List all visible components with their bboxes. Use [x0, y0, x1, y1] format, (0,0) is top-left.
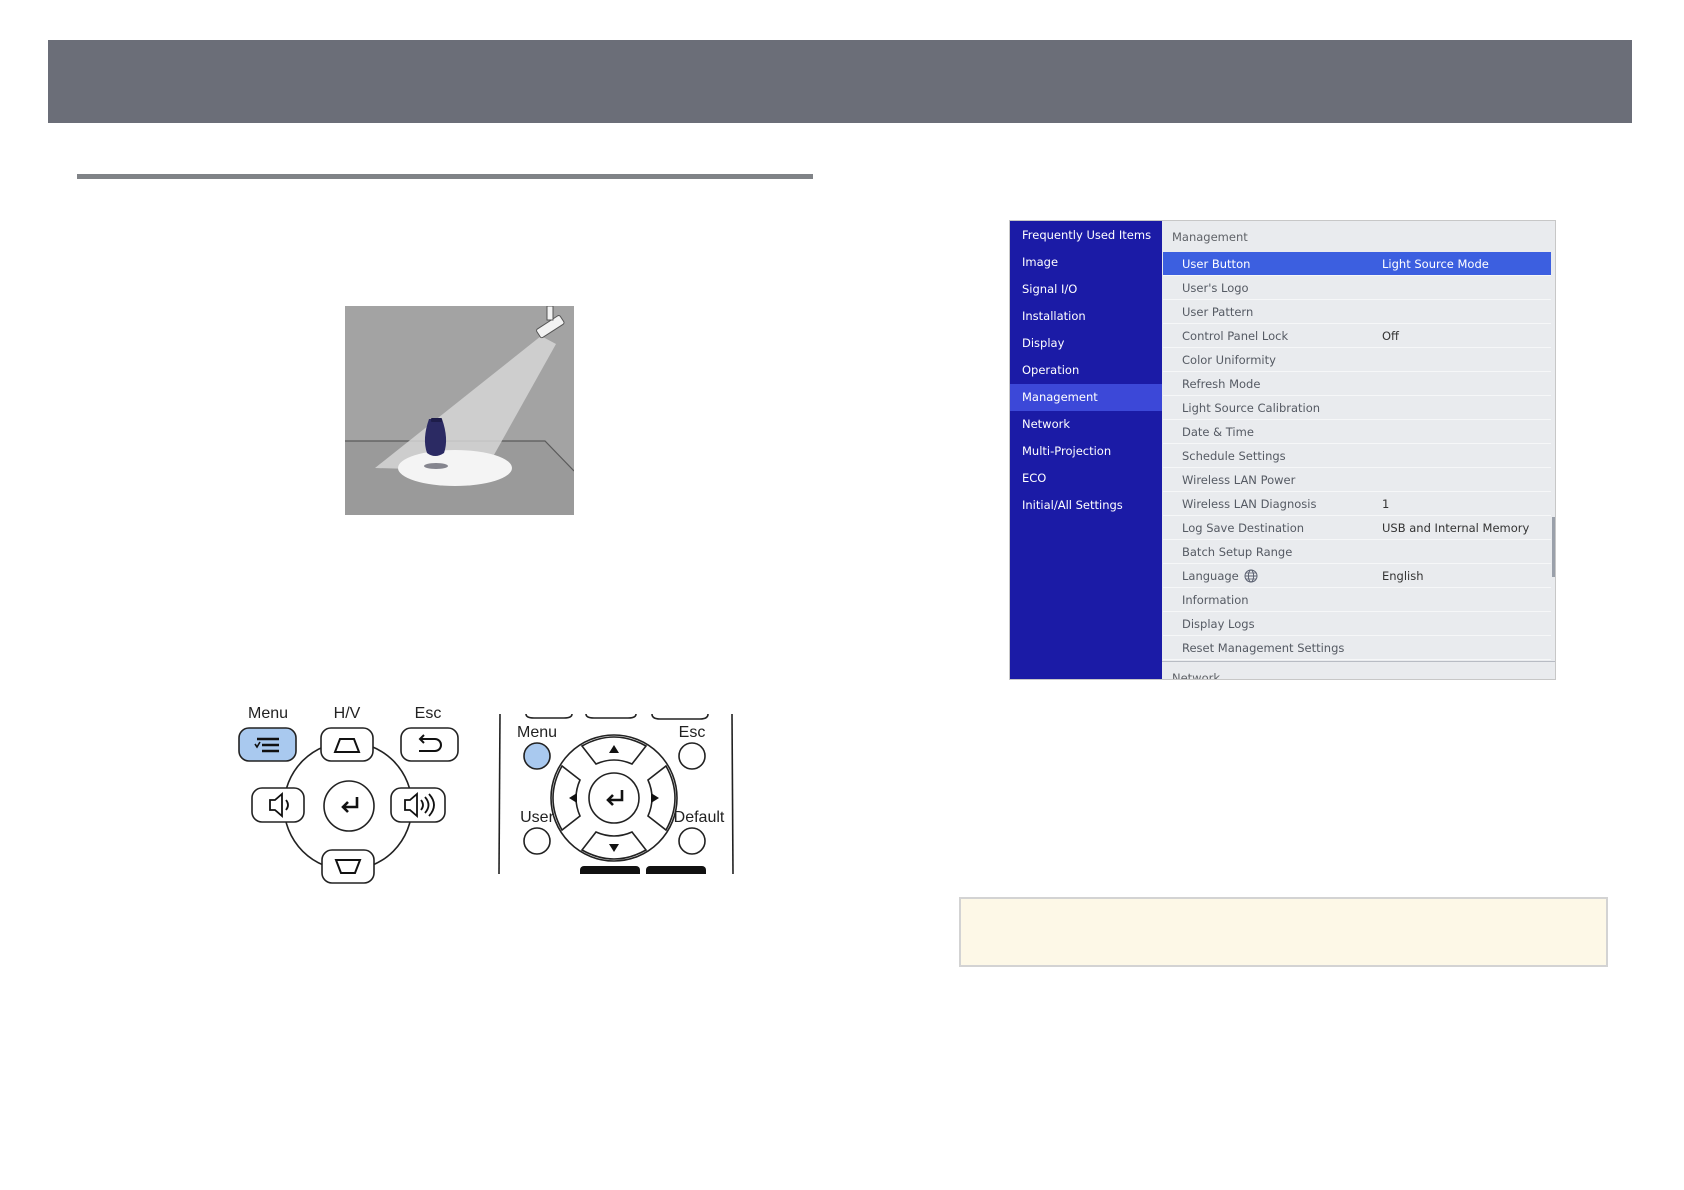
menu-row-refresh-mode[interactable]: Refresh Mode	[1163, 372, 1551, 396]
remote-control: Menu Esc User Default	[498, 714, 734, 874]
panel-keystone-down-button[interactable]	[321, 849, 375, 884]
remote-default-label: Default	[674, 809, 725, 826]
menu-row-reset-management-settings[interactable]: Reset Management Settings	[1163, 636, 1551, 660]
menu-row-display-logs[interactable]: Display Logs	[1163, 612, 1551, 636]
panel-volume-down-button[interactable]	[251, 787, 305, 823]
menu-row-user-pattern[interactable]: User Pattern	[1163, 300, 1551, 324]
sidebar-item-management[interactable]: Management	[1010, 384, 1162, 411]
spotlight-illustration	[345, 306, 574, 515]
remote-esc-label: Esc	[679, 724, 706, 741]
menu-row-date-time[interactable]: Date & Time	[1163, 420, 1551, 444]
menu-row-language[interactable]: Language English	[1163, 564, 1551, 588]
menu-sidebar: Frequently Used Items Image Signal I/O I…	[1010, 221, 1162, 679]
row-label: Refresh Mode	[1182, 376, 1261, 391]
menu-scrollbar[interactable]	[1552, 517, 1555, 577]
row-value: English	[1382, 568, 1424, 583]
menu-row-log-save-destination[interactable]: Log Save Destination USB and Internal Me…	[1163, 516, 1551, 540]
row-label: Reset Management Settings	[1182, 640, 1345, 655]
menu-row-wireless-lan-diagnosis[interactable]: Wireless LAN Diagnosis 1	[1163, 492, 1551, 516]
panel-menu-label: Menu	[248, 705, 288, 722]
row-value: Light Source Mode	[1382, 256, 1489, 271]
row-label: Color Uniformity	[1182, 352, 1276, 367]
menu-row-user-button[interactable]: User Button Light Source Mode	[1163, 252, 1551, 276]
note-box	[959, 897, 1608, 967]
panel-menu-button[interactable]	[238, 727, 297, 762]
row-value: 1	[1382, 496, 1390, 511]
remote-user-label: User	[520, 809, 554, 826]
panel-esc-button[interactable]	[400, 727, 459, 762]
menu-row-color-uniformity[interactable]: Color Uniformity	[1163, 348, 1551, 372]
row-label: Light Source Calibration	[1182, 400, 1321, 415]
menu-row-information[interactable]: Information	[1163, 588, 1551, 612]
sidebar-item-operation[interactable]: Operation	[1010, 357, 1162, 384]
menu-row-batch-setup-range[interactable]: Batch Setup Range	[1163, 540, 1551, 564]
menu-content: Management User Button Light Source Mode…	[1162, 221, 1555, 679]
section-divider	[77, 174, 813, 179]
menu-row-light-source-calibration[interactable]: Light Source Calibration	[1163, 396, 1551, 420]
menu-row-schedule-settings[interactable]: Schedule Settings	[1163, 444, 1551, 468]
remote-esc-button[interactable]	[678, 742, 706, 770]
globe-icon	[1244, 569, 1258, 582]
row-label: Display Logs	[1182, 616, 1255, 631]
remote-enter-button[interactable]	[588, 772, 640, 824]
row-label: Wireless LAN Diagnosis	[1182, 496, 1317, 511]
remote-default-button[interactable]	[678, 827, 706, 855]
remote-user-button[interactable]	[523, 827, 551, 855]
projector-osd-menu: Frequently Used Items Image Signal I/O I…	[1009, 220, 1556, 680]
menu-section-title: Management	[1172, 230, 1248, 244]
remote-menu-label: Menu	[517, 724, 557, 741]
sidebar-item-installation[interactable]: Installation	[1010, 303, 1162, 330]
row-label: Log Save Destination	[1182, 520, 1305, 535]
menu-next-section-title: Network	[1162, 661, 1555, 679]
row-label: Language	[1163, 569, 1382, 583]
menu-row-users-logo[interactable]: User's Logo	[1163, 276, 1551, 300]
row-label: User Pattern	[1182, 304, 1254, 319]
sidebar-item-eco[interactable]: ECO	[1010, 465, 1162, 492]
sidebar-item-multi-projection[interactable]: Multi-Projection	[1010, 438, 1162, 465]
row-label: Batch Setup Range	[1182, 544, 1293, 559]
row-label: Date & Time	[1182, 424, 1254, 439]
sidebar-item-signal-io[interactable]: Signal I/O	[1010, 276, 1162, 303]
sidebar-item-network[interactable]: Network	[1010, 411, 1162, 438]
row-value: USB and Internal Memory	[1382, 520, 1530, 535]
page-header-bar	[48, 40, 1632, 123]
panel-enter-button[interactable]	[323, 780, 375, 832]
projector-control-panel: Menu H/V Esc	[238, 705, 459, 884]
row-label: User Button	[1182, 256, 1251, 271]
panel-volume-up-button[interactable]	[390, 787, 446, 823]
row-label: Control Panel Lock	[1182, 328, 1289, 343]
menu-row-wireless-lan-power[interactable]: Wireless LAN Power	[1163, 468, 1551, 492]
sidebar-item-initial-all-settings[interactable]: Initial/All Settings	[1010, 492, 1162, 519]
language-label-text: Language	[1182, 568, 1239, 583]
row-label: Wireless LAN Power	[1182, 472, 1296, 487]
remote-menu-button[interactable]	[523, 742, 551, 770]
panel-esc-label: Esc	[415, 705, 442, 722]
sidebar-item-display[interactable]: Display	[1010, 330, 1162, 357]
panel-hv-keystone-button[interactable]	[320, 727, 374, 762]
panel-hv-label: H/V	[334, 705, 361, 722]
row-label: Information	[1182, 592, 1249, 607]
row-value: Off	[1382, 328, 1399, 343]
menu-row-control-panel-lock[interactable]: Control Panel Lock Off	[1163, 324, 1551, 348]
row-label: User's Logo	[1182, 280, 1249, 295]
sidebar-item-image[interactable]: Image	[1010, 249, 1162, 276]
row-label: Schedule Settings	[1182, 448, 1286, 463]
sidebar-item-frequently-used[interactable]: Frequently Used Items	[1010, 222, 1162, 249]
